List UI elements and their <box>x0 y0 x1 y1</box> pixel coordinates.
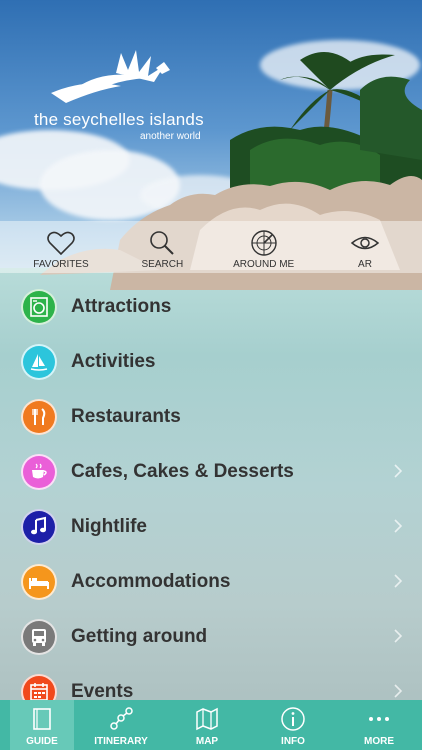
logo-subtitle: another world <box>140 131 201 142</box>
tab-itinerary[interactable]: ITINERARY <box>78 700 164 750</box>
eye-icon <box>350 236 380 250</box>
search-label: SEARCH <box>141 259 184 270</box>
chevron-right-icon <box>394 684 403 698</box>
info-icon <box>281 707 305 731</box>
favorites-label: FAVORITES <box>33 259 89 270</box>
ar-label: AR <box>358 259 372 270</box>
radar-icon <box>250 230 277 256</box>
menu-item-getting-around[interactable]: Getting around <box>0 609 422 664</box>
menu-item-accommodations[interactable]: Accommodations <box>0 554 422 609</box>
ar-button[interactable]: AR <box>330 221 400 273</box>
tab-label: MORE <box>364 736 394 747</box>
menu-item-attractions[interactable]: Attractions <box>0 279 422 334</box>
around-me-button[interactable]: AROUND ME <box>229 221 299 273</box>
menu-label: Restaurants <box>71 405 181 427</box>
washing-machine-icon <box>21 288 57 325</box>
menu-item-restaurants[interactable]: Restaurants <box>0 389 422 444</box>
bed-icon <box>21 563 57 600</box>
chevron-right-icon <box>394 574 403 588</box>
search-button[interactable]: SEARCH <box>127 221 197 273</box>
menu-item-activities[interactable]: Activities <box>0 334 422 389</box>
quick-action-bar: FAVORITES SEARCH AROUND ME AR <box>0 221 422 273</box>
app-logo: the seychelles islands another world <box>34 48 234 148</box>
tab-info[interactable]: INFO <box>250 700 336 750</box>
around-me-label: AROUND ME <box>233 259 295 270</box>
book-icon <box>33 708 51 730</box>
tab-more[interactable]: MORE <box>336 700 422 750</box>
logo-title: the seychelles islands <box>34 110 204 129</box>
menu-label: Nightlife <box>71 515 147 537</box>
map-icon <box>196 707 218 731</box>
seychelles-wave-logo-icon <box>51 50 170 103</box>
bottom-tab-bar: GUIDE ITINERARY MAP INFO MORE <box>0 700 422 750</box>
heart-icon <box>47 231 75 256</box>
favorites-button[interactable]: FAVORITES <box>26 221 96 273</box>
route-icon <box>110 707 133 730</box>
coffee-cup-icon <box>21 453 57 490</box>
search-icon <box>150 231 175 255</box>
menu-label: Attractions <box>71 295 172 317</box>
more-icon <box>369 717 389 721</box>
menu-label: Getting around <box>71 625 208 647</box>
menu-label: Accommodations <box>71 570 231 592</box>
chevron-right-icon <box>394 629 403 643</box>
category-menu: Attractions Activities Restaurants Cafes… <box>0 279 422 719</box>
chevron-right-icon <box>394 519 403 533</box>
menu-item-cafes[interactable]: Cafes, Cakes & Desserts <box>0 444 422 499</box>
fork-knife-icon <box>21 398 57 435</box>
menu-item-nightlife[interactable]: Nightlife <box>0 499 422 554</box>
tab-label: ITINERARY <box>94 736 148 747</box>
chevron-right-icon <box>394 464 403 478</box>
menu-label: Activities <box>71 350 156 372</box>
tab-guide[interactable]: GUIDE <box>10 700 74 750</box>
music-note-icon <box>21 508 57 545</box>
tab-label: MAP <box>195 736 219 747</box>
tab-label: INFO <box>281 736 305 747</box>
tab-label: GUIDE <box>26 736 58 747</box>
bus-icon <box>21 618 57 655</box>
windsurf-icon <box>21 343 57 380</box>
menu-label: Cafes, Cakes & Desserts <box>71 460 294 482</box>
tab-map[interactable]: MAP <box>164 700 250 750</box>
